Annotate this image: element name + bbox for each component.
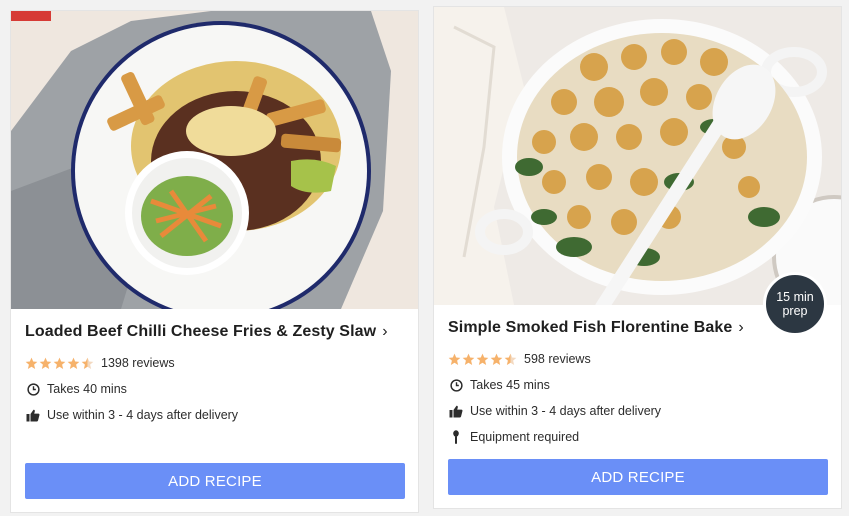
prep-time-badge: 15 min prep (763, 272, 827, 336)
rating-row: 1398 reviews (25, 356, 175, 370)
star-icon (448, 353, 461, 365)
thumbs-up-icon (448, 405, 464, 418)
add-recipe-button[interactable]: ADD RECIPE (25, 463, 405, 499)
recipe-card: 15 min prep Simple Smoked Fish Florentin… (433, 6, 842, 509)
time-row: Takes 45 mins (448, 378, 550, 392)
prep-time-label: prep (782, 304, 808, 318)
recipe-title-link[interactable]: Simple Smoked Fish Florentine Bake › (448, 319, 744, 337)
star-icon (25, 357, 38, 369)
recipe-photo-chilli-fries[interactable] (11, 11, 418, 309)
recipe-title: Loaded Beef Chilli Cheese Fries & Zesty … (25, 323, 377, 340)
chevron-right-icon: › (382, 323, 388, 340)
recipe-card: Loaded Beef Chilli Cheese Fries & Zesty … (10, 10, 419, 513)
clock-icon (25, 382, 41, 396)
storage-row: Use within 3 - 4 days after delivery (25, 408, 238, 422)
star-icon (67, 357, 80, 369)
chevron-right-icon: › (738, 319, 744, 336)
recipe-photo-fish-florentine[interactable] (434, 7, 841, 305)
review-count: 598 reviews (524, 352, 591, 366)
equipment-info: Equipment required (470, 430, 580, 444)
clock-icon (448, 378, 464, 392)
rating-row: 598 reviews (448, 352, 591, 366)
star-icon (490, 353, 503, 365)
star-icon (53, 357, 66, 369)
star-icon (462, 353, 475, 365)
storage-info: Use within 3 - 4 days after delivery (470, 404, 662, 418)
star-half-icon (81, 357, 94, 369)
utensil-icon (448, 430, 464, 444)
prep-time-value: 15 min (776, 290, 814, 304)
storage-row: Use within 3 - 4 days after delivery (448, 404, 661, 418)
recipe-title: Simple Smoked Fish Florentine Bake (448, 319, 733, 336)
recipe-title-link[interactable]: Loaded Beef Chilli Cheese Fries & Zesty … (25, 323, 388, 341)
star-half-icon (504, 353, 517, 365)
thumbs-up-icon (25, 409, 41, 422)
cook-time: Takes 40 mins (47, 382, 127, 396)
time-row: Takes 40 mins (25, 382, 127, 396)
star-icon (476, 353, 489, 365)
storage-info: Use within 3 - 4 days after delivery (47, 408, 239, 422)
equipment-row: Equipment required (448, 430, 579, 444)
star-rating (448, 353, 518, 366)
star-icon (39, 357, 52, 369)
review-count: 1398 reviews (101, 356, 175, 370)
star-rating (25, 357, 95, 370)
add-recipe-button[interactable]: ADD RECIPE (448, 459, 828, 495)
cook-time: Takes 45 mins (470, 378, 550, 392)
